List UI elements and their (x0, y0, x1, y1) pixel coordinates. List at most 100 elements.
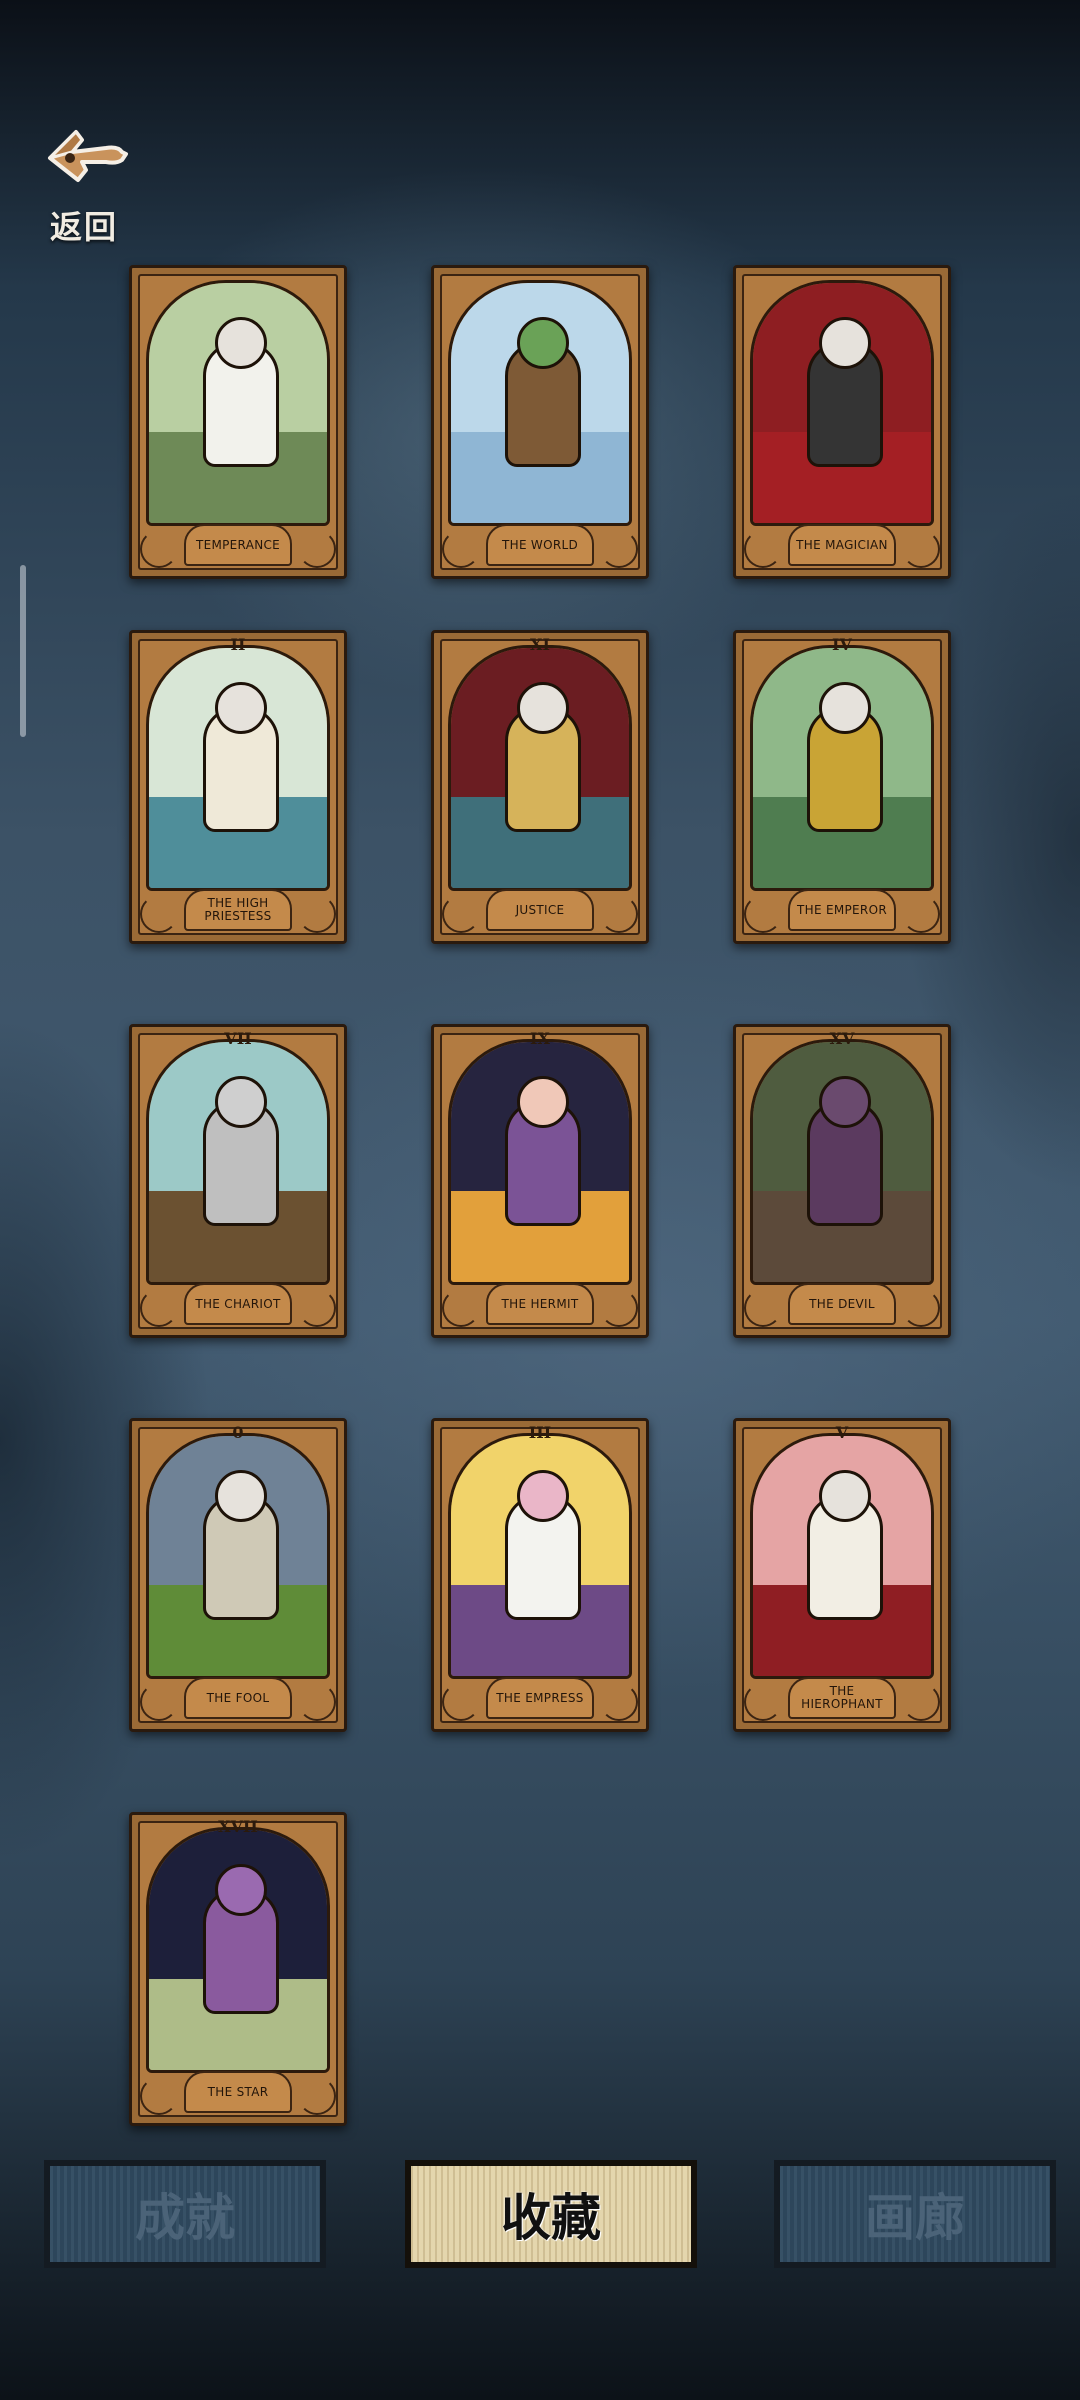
card-ornament-right (298, 530, 336, 568)
card-ornament-left (442, 1683, 480, 1721)
tarot-card-the-high-priestess[interactable]: II The High Priestess (129, 630, 347, 944)
card-figure-head (517, 316, 569, 369)
card-ornament-right (902, 530, 940, 568)
card-ornament-left (744, 895, 782, 933)
card-illustration (146, 1039, 330, 1285)
card-illustration (146, 1827, 330, 2073)
card-nameplate: The Emperor (788, 889, 896, 931)
card-nameplate: Justice (486, 889, 594, 931)
card-name: The Star (207, 2084, 269, 2099)
card-nameplate: The High Priestess (184, 889, 292, 931)
card-ornament-left (744, 1683, 782, 1721)
card-name: The Magician (796, 537, 888, 552)
tarot-card-the-hierophant[interactable]: V The Hierophant (733, 1418, 951, 1732)
card-numeral: VII (224, 1029, 252, 1048)
card-ornament-left (442, 895, 480, 933)
card-ornament-right (298, 2077, 336, 2115)
card-nameplate: The Devil (788, 1283, 896, 1325)
card-figure-head (215, 681, 267, 734)
card-illustration (750, 645, 934, 891)
tarot-card-justice[interactable]: XI Justice (431, 630, 649, 944)
card-ornament-right (298, 1289, 336, 1327)
card-name: The Emperor (797, 902, 887, 917)
card-illustration (750, 1433, 934, 1679)
card-ornament-left (140, 1683, 178, 1721)
card-ornament-left (744, 530, 782, 568)
card-ornament-left (442, 530, 480, 568)
card-illustration (750, 1039, 934, 1285)
card-numeral: IV (832, 635, 852, 654)
card-figure-head (819, 316, 871, 369)
card-illustration (448, 280, 632, 526)
card-ornament-left (140, 895, 178, 933)
card-ornament-right (902, 1289, 940, 1327)
card-nameplate: The Hermit (486, 1283, 594, 1325)
tab-achievements[interactable]: 成就 (44, 2160, 326, 2268)
tarot-card-the-chariot[interactable]: VII The Chariot (129, 1024, 347, 1338)
card-illustration (146, 645, 330, 891)
tarot-card-the-hermit[interactable]: IX The Hermit (431, 1024, 649, 1338)
card-name: The Chariot (195, 1296, 281, 1311)
card-illustration (146, 280, 330, 526)
card-numeral: XV (829, 1029, 855, 1048)
card-numeral: 0 (232, 1423, 244, 1442)
card-ornament-right (902, 1683, 940, 1721)
tab-collection[interactable]: 收藏 (405, 2160, 697, 2268)
card-ornament-right (600, 1289, 638, 1327)
card-ornament-right (600, 1683, 638, 1721)
card-nameplate: The Hierophant (788, 1677, 896, 1719)
card-figure-head (215, 1863, 267, 1916)
card-nameplate: The Star (184, 2071, 292, 2113)
card-nameplate: The Fool (184, 1677, 292, 1719)
tarot-card-the-fool[interactable]: 0 The Fool (129, 1418, 347, 1732)
card-nameplate: The World (486, 524, 594, 566)
card-figure-head (819, 1075, 871, 1128)
card-figure-head (215, 1075, 267, 1128)
card-figure-head (215, 1469, 267, 1522)
tab-label: 收藏 (501, 2188, 601, 2247)
card-ornament-right (298, 895, 336, 933)
card-collection-grid: Temperance The World The Magician (0, 0, 1080, 2150)
tarot-card-the-emperor[interactable]: IV The Emperor (733, 630, 951, 944)
card-numeral: V (835, 1423, 849, 1442)
tarot-card-the-magician[interactable]: The Magician (733, 265, 951, 579)
card-figure-head (215, 316, 267, 369)
card-figure-head (517, 681, 569, 734)
card-name: The Devil (809, 1296, 875, 1311)
card-ornament-right (902, 895, 940, 933)
tarot-card-the-empress[interactable]: III The Empress (431, 1418, 649, 1732)
card-numeral: II (230, 635, 246, 654)
card-name: Temperance (195, 537, 281, 552)
card-figure-head (517, 1075, 569, 1128)
card-name: The Hermit (501, 1296, 579, 1311)
card-name: The Empress (496, 1690, 584, 1705)
card-ornament-left (140, 530, 178, 568)
card-illustration (750, 280, 934, 526)
card-nameplate: The Magician (788, 524, 896, 566)
tarot-card-the-star[interactable]: XVII The Star (129, 1812, 347, 2126)
tarot-card-the-world[interactable]: The World (431, 265, 649, 579)
card-nameplate: Temperance (184, 524, 292, 566)
card-illustration (448, 1433, 632, 1679)
card-name: The Fool (206, 1690, 270, 1705)
card-figure-head (819, 1469, 871, 1522)
bottom-tab-bar: 成就 收藏 画廊 (0, 2150, 1080, 2280)
card-figure-head (819, 681, 871, 734)
card-ornament-left (140, 1289, 178, 1327)
tab-gallery[interactable]: 画廊 (774, 2160, 1056, 2268)
card-illustration (448, 645, 632, 891)
card-figure-head (517, 1469, 569, 1522)
card-name: The World (501, 537, 579, 552)
card-ornament-left (442, 1289, 480, 1327)
tarot-card-the-devil[interactable]: XV The Devil (733, 1024, 951, 1338)
card-ornament-right (298, 1683, 336, 1721)
card-ornament-right (600, 530, 638, 568)
tarot-card-temperance[interactable]: Temperance (129, 265, 347, 579)
card-illustration (146, 1433, 330, 1679)
card-numeral: XI (530, 635, 550, 654)
card-name: The Hierophant (801, 1684, 883, 1711)
card-ornament-right (600, 895, 638, 933)
card-nameplate: The Chariot (184, 1283, 292, 1325)
card-numeral: IX (530, 1029, 550, 1048)
card-ornament-left (140, 2077, 178, 2115)
